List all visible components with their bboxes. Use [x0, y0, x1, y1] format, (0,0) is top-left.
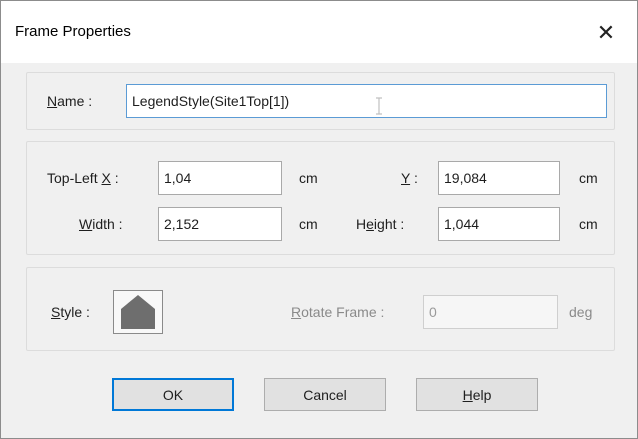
title-bar: Frame Properties ✕ [1, 1, 637, 63]
topleft-x-label: Top-Left X : [47, 170, 119, 186]
help-button[interactable]: Help [416, 378, 538, 411]
y-unit: cm [579, 170, 598, 186]
style-picker-button[interactable] [113, 290, 163, 334]
topleft-x-input[interactable] [158, 161, 282, 195]
name-input[interactable] [126, 84, 607, 118]
frame-style-icon [121, 295, 155, 329]
width-input[interactable] [158, 207, 282, 241]
rotate-frame-unit: deg [569, 304, 593, 320]
height-unit: cm [579, 216, 598, 232]
y-input[interactable] [438, 161, 560, 195]
y-label: Y : [401, 170, 418, 186]
frame-properties-dialog: Frame Properties ✕ Name : Top-Left X : c… [0, 0, 638, 439]
width-label: Width : [79, 216, 123, 232]
close-button[interactable]: ✕ [583, 13, 629, 53]
height-label: Height : [356, 216, 405, 232]
help-button-label: Help [462, 386, 492, 403]
dialog-title: Frame Properties [15, 23, 131, 40]
ok-button-label: OK [162, 386, 184, 403]
rotate-frame-input[interactable] [423, 295, 558, 329]
topleft-x-unit: cm [299, 170, 318, 186]
rotate-frame-label: Rotate Frame : [291, 304, 385, 320]
name-group: Name : [26, 72, 615, 130]
close-icon: ✕ [596, 20, 616, 45]
cancel-button[interactable]: Cancel [264, 378, 386, 411]
cancel-button-label: Cancel [303, 386, 347, 403]
name-label: Name : [47, 93, 93, 109]
width-unit: cm [299, 216, 318, 232]
ok-button[interactable]: OK [112, 378, 234, 411]
height-input[interactable] [438, 207, 560, 241]
style-label: Style : [51, 304, 90, 320]
geometry-group: Top-Left X : cm Y : cm Width : cm Height… [26, 141, 615, 255]
style-group: Style : Rotate Frame : deg [26, 267, 615, 351]
text-cursor-icon [376, 97, 382, 115]
